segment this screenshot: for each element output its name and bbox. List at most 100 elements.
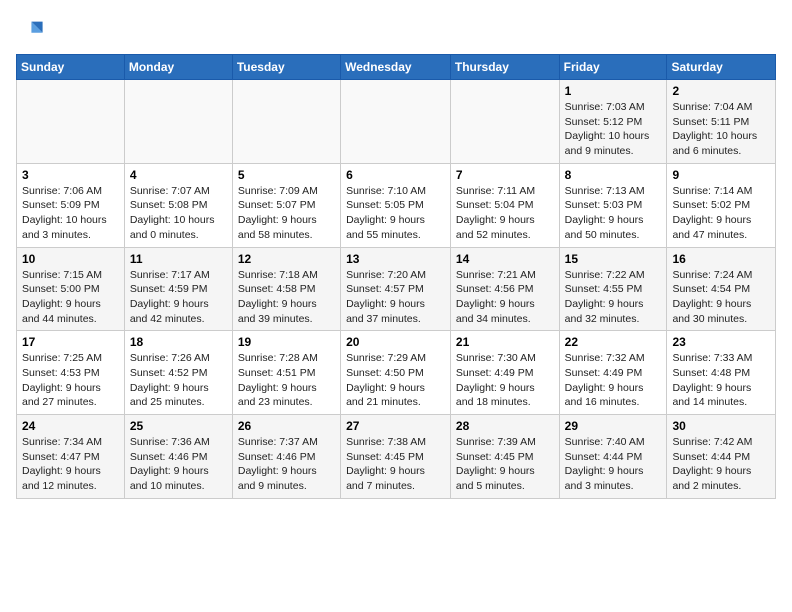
day-info: Sunrise: 7:26 AM Sunset: 4:52 PM Dayligh…: [130, 351, 227, 410]
day-number: 28: [456, 419, 554, 433]
day-number: 3: [22, 168, 119, 182]
calendar-day-cell: 23Sunrise: 7:33 AM Sunset: 4:48 PM Dayli…: [667, 331, 776, 415]
calendar-week-row: 1Sunrise: 7:03 AM Sunset: 5:12 PM Daylig…: [17, 80, 776, 164]
day-number: 21: [456, 335, 554, 349]
weekday-header-cell: Sunday: [17, 55, 125, 80]
day-info: Sunrise: 7:24 AM Sunset: 4:54 PM Dayligh…: [672, 268, 770, 327]
day-number: 22: [565, 335, 662, 349]
day-number: 16: [672, 252, 770, 266]
calendar-day-cell: 18 Sunrise: 7:26 AM Sunset: 4:52 PM Dayli…: [124, 331, 232, 415]
calendar-day-cell: 15 Sunrise: 7:22 AM Sunset: 4:55 PM Dayli…: [559, 247, 667, 331]
day-info: Sunrise: 7:03 AM Sunset: 5:12 PM Dayligh…: [565, 100, 662, 159]
calendar-day-cell: 10 Sunrise: 7:15 AM Sunset: 5:00 PM Dayli…: [17, 247, 125, 331]
calendar-day-cell: 28 Sunrise: 7:39 AM Sunset: 4:45 PM Dayli…: [450, 415, 559, 499]
day-number: 17: [22, 335, 119, 349]
day-number: 10: [22, 252, 119, 266]
calendar-week-row: 10 Sunrise: 7:15 AM Sunset: 5:00 PM Dayli…: [17, 247, 776, 331]
calendar-week-row: 24 Sunrise: 7:34 AM Sunset: 4:47 PM Dayli…: [17, 415, 776, 499]
day-number: 20: [346, 335, 445, 349]
calendar-day-cell: 6 Sunrise: 7:10 AM Sunset: 5:05 PM Daylig…: [341, 163, 451, 247]
day-info: Sunrise: 7:38 AM Sunset: 4:45 PM Dayligh…: [346, 435, 445, 494]
day-info: Sunrise: 7:11 AM Sunset: 5:04 PM Dayligh…: [456, 184, 554, 243]
day-number: 5: [238, 168, 335, 182]
calendar-week-row: 17 Sunrise: 7:25 AM Sunset: 4:53 PM Dayli…: [17, 331, 776, 415]
day-info: Sunrise: 7:36 AM Sunset: 4:46 PM Dayligh…: [130, 435, 227, 494]
logo-icon: [16, 16, 44, 44]
calendar-day-cell: 3 Sunrise: 7:06 AM Sunset: 5:09 PM Daylig…: [17, 163, 125, 247]
calendar-day-cell: [17, 80, 125, 164]
day-number: 15: [565, 252, 662, 266]
calendar-day-cell: 25Sunrise: 7:36 AM Sunset: 4:46 PM Dayli…: [124, 415, 232, 499]
weekday-header-cell: Saturday: [667, 55, 776, 80]
calendar-day-cell: 8 Sunrise: 7:13 AM Sunset: 5:03 PM Daylig…: [559, 163, 667, 247]
day-number: 27: [346, 419, 445, 433]
calendar-day-cell: 16 Sunrise: 7:24 AM Sunset: 4:54 PM Dayli…: [667, 247, 776, 331]
calendar-week-row: 3 Sunrise: 7:06 AM Sunset: 5:09 PM Daylig…: [17, 163, 776, 247]
day-info: Sunrise: 7:22 AM Sunset: 4:55 PM Dayligh…: [565, 268, 662, 327]
calendar-header: SundayMondayTuesdayWednesdayThursdayFrid…: [17, 55, 776, 80]
calendar-page: SundayMondayTuesdayWednesdayThursdayFrid…: [0, 0, 792, 515]
day-info: Sunrise: 7:42 AM Sunset: 4:44 PM Dayligh…: [672, 435, 770, 494]
calendar-day-cell: 12 Sunrise: 7:18 AM Sunset: 4:58 PM Dayli…: [232, 247, 340, 331]
calendar-day-cell: 19 Sunrise: 7:28 AM Sunset: 4:51 PM Dayli…: [232, 331, 340, 415]
day-info: Sunrise: 7:28 AM Sunset: 4:51 PM Dayligh…: [238, 351, 335, 410]
calendar-day-cell: 14Sunrise: 7:21 AM Sunset: 4:56 PM Dayli…: [450, 247, 559, 331]
day-number: 11: [130, 252, 227, 266]
calendar-day-cell: [341, 80, 451, 164]
day-info: Sunrise: 7:33 AM Sunset: 4:48 PM Dayligh…: [672, 351, 770, 410]
header: [16, 16, 776, 44]
calendar-day-cell: 7Sunrise: 7:11 AM Sunset: 5:04 PM Daylig…: [450, 163, 559, 247]
day-number: 24: [22, 419, 119, 433]
day-info: Sunrise: 7:04 AM Sunset: 5:11 PM Dayligh…: [672, 100, 770, 159]
day-info: Sunrise: 7:20 AM Sunset: 4:57 PM Dayligh…: [346, 268, 445, 327]
weekday-header-cell: Wednesday: [341, 55, 451, 80]
day-info: Sunrise: 7:21 AM Sunset: 4:56 PM Dayligh…: [456, 268, 554, 327]
day-number: 9: [672, 168, 770, 182]
day-info: Sunrise: 7:40 AM Sunset: 4:44 PM Dayligh…: [565, 435, 662, 494]
day-info: Sunrise: 7:14 AM Sunset: 5:02 PM Dayligh…: [672, 184, 770, 243]
day-info: Sunrise: 7:37 AM Sunset: 4:46 PM Dayligh…: [238, 435, 335, 494]
calendar-day-cell: 27 Sunrise: 7:38 AM Sunset: 4:45 PM Dayli…: [341, 415, 451, 499]
calendar-day-cell: 29 Sunrise: 7:40 AM Sunset: 4:44 PM Dayli…: [559, 415, 667, 499]
calendar-day-cell: [450, 80, 559, 164]
day-number: 19: [238, 335, 335, 349]
day-info: Sunrise: 7:09 AM Sunset: 5:07 PM Dayligh…: [238, 184, 335, 243]
day-number: 12: [238, 252, 335, 266]
day-number: 13: [346, 252, 445, 266]
day-info: Sunrise: 7:13 AM Sunset: 5:03 PM Dayligh…: [565, 184, 662, 243]
calendar-day-cell: 24 Sunrise: 7:34 AM Sunset: 4:47 PM Dayli…: [17, 415, 125, 499]
day-number: 26: [238, 419, 335, 433]
day-info: Sunrise: 7:32 AM Sunset: 4:49 PM Dayligh…: [565, 351, 662, 410]
day-info: Sunrise: 7:10 AM Sunset: 5:05 PM Dayligh…: [346, 184, 445, 243]
day-number: 6: [346, 168, 445, 182]
calendar-day-cell: 11 Sunrise: 7:17 AM Sunset: 4:59 PM Dayli…: [124, 247, 232, 331]
day-info: Sunrise: 7:17 AM Sunset: 4:59 PM Dayligh…: [130, 268, 227, 327]
day-number: 8: [565, 168, 662, 182]
day-number: 2: [672, 84, 770, 98]
day-info: Sunrise: 7:30 AM Sunset: 4:49 PM Dayligh…: [456, 351, 554, 410]
day-info: Sunrise: 7:15 AM Sunset: 5:00 PM Dayligh…: [22, 268, 119, 327]
calendar-day-cell: [124, 80, 232, 164]
day-number: 29: [565, 419, 662, 433]
day-info: Sunrise: 7:07 AM Sunset: 5:08 PM Dayligh…: [130, 184, 227, 243]
weekday-header-row: SundayMondayTuesdayWednesdayThursdayFrid…: [17, 55, 776, 80]
day-info: Sunrise: 7:39 AM Sunset: 4:45 PM Dayligh…: [456, 435, 554, 494]
calendar-day-cell: 22 Sunrise: 7:32 AM Sunset: 4:49 PM Dayli…: [559, 331, 667, 415]
day-info: Sunrise: 7:06 AM Sunset: 5:09 PM Dayligh…: [22, 184, 119, 243]
weekday-header-cell: Monday: [124, 55, 232, 80]
weekday-header-cell: Friday: [559, 55, 667, 80]
calendar-table: SundayMondayTuesdayWednesdayThursdayFrid…: [16, 54, 776, 499]
calendar-day-cell: [232, 80, 340, 164]
calendar-day-cell: 30Sunrise: 7:42 AM Sunset: 4:44 PM Dayli…: [667, 415, 776, 499]
calendar-day-cell: 13 Sunrise: 7:20 AM Sunset: 4:57 PM Dayli…: [341, 247, 451, 331]
day-number: 18: [130, 335, 227, 349]
calendar-body: 1Sunrise: 7:03 AM Sunset: 5:12 PM Daylig…: [17, 80, 776, 499]
weekday-header-cell: Tuesday: [232, 55, 340, 80]
calendar-day-cell: 4 Sunrise: 7:07 AM Sunset: 5:08 PM Daylig…: [124, 163, 232, 247]
calendar-day-cell: 5 Sunrise: 7:09 AM Sunset: 5:07 PM Daylig…: [232, 163, 340, 247]
day-info: Sunrise: 7:25 AM Sunset: 4:53 PM Dayligh…: [22, 351, 119, 410]
day-number: 4: [130, 168, 227, 182]
day-info: Sunrise: 7:18 AM Sunset: 4:58 PM Dayligh…: [238, 268, 335, 327]
day-info: Sunrise: 7:29 AM Sunset: 4:50 PM Dayligh…: [346, 351, 445, 410]
day-info: Sunrise: 7:34 AM Sunset: 4:47 PM Dayligh…: [22, 435, 119, 494]
